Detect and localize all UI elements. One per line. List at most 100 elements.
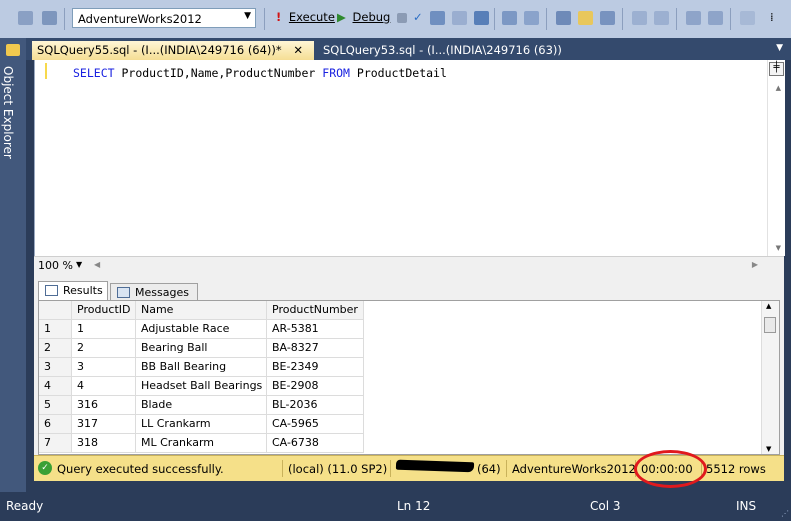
toolbar-separator [676, 8, 677, 30]
results-to-grid-icon[interactable] [578, 11, 593, 25]
object-explorer-panel[interactable]: Object Explorer [0, 38, 26, 492]
status-separator [390, 460, 391, 477]
scroll-up-icon[interactable]: ▲ [766, 302, 771, 310]
uncomment-icon[interactable] [654, 11, 669, 25]
cell-productid[interactable]: 318 [72, 434, 136, 453]
stop-icon[interactable] [397, 13, 407, 23]
change-marker [45, 63, 47, 79]
messages-icon [117, 287, 130, 298]
cell-productnumber[interactable]: AR-5381 [267, 320, 364, 339]
cell-productnumber[interactable]: BL-2036 [267, 396, 364, 415]
cell-name[interactable]: BB Ball Bearing [136, 358, 267, 377]
query-options-icon[interactable] [452, 11, 467, 25]
scroll-down-icon[interactable]: ▼ [766, 445, 771, 453]
cell-productid[interactable]: 1 [72, 320, 136, 339]
cell-productnumber[interactable]: BE-2349 [267, 358, 364, 377]
editor-scrollbar[interactable]: ╪ ▲ ▼ [767, 60, 785, 256]
column-header[interactable]: ProductNumber [267, 301, 364, 320]
cell-productnumber[interactable]: CA-5965 [267, 415, 364, 434]
scrollbar-thumb[interactable] [764, 317, 776, 333]
ready-status: Ready [6, 499, 44, 513]
tab-sqlquery53[interactable]: SQLQuery53.sql - (I...(INDIA\249716 (63)… [318, 41, 608, 60]
cell-name[interactable]: Bearing Ball [136, 339, 267, 358]
status-separator [506, 460, 507, 477]
overflow-chevron-icon[interactable]: ⁞ [770, 10, 774, 24]
query-toolbar: AdventureWorks2012 ▼ ! Execute ▶ Debug ✓… [0, 0, 791, 39]
tab-results[interactable]: Results [38, 281, 108, 300]
cell-productnumber[interactable]: BA-8327 [267, 339, 364, 358]
database-select[interactable]: AdventureWorks2012 ▼ [72, 8, 256, 28]
connect-icon[interactable] [18, 11, 33, 25]
row-number[interactable]: 3 [39, 358, 72, 377]
row-number[interactable]: 5 [39, 396, 72, 415]
split-icon[interactable]: ╪ [769, 62, 784, 76]
code-line[interactable]: SELECT ProductID,Name,ProductNumber FROM… [73, 66, 447, 80]
tab-messages[interactable]: Messages [110, 283, 198, 300]
increase-indent-icon[interactable] [708, 11, 723, 25]
parse-icon[interactable]: ✓ [413, 10, 423, 24]
row-number[interactable]: 4 [39, 377, 72, 396]
close-icon[interactable]: ✕ [293, 43, 303, 57]
resize-grip-icon[interactable]: ⋰ [781, 509, 789, 518]
tab-messages-label: Messages [135, 286, 189, 299]
chevron-down-icon[interactable]: ▼ [76, 260, 82, 269]
include-plan-icon[interactable] [502, 11, 517, 25]
execute-label: Execute [288, 10, 335, 24]
cell-productid[interactable]: 316 [72, 396, 136, 415]
grid-corner[interactable] [39, 301, 72, 320]
specify-values-icon[interactable] [740, 11, 755, 25]
cell-productid[interactable]: 4 [72, 377, 136, 396]
cell-productnumber[interactable]: CA-6738 [267, 434, 364, 453]
query-editor[interactable]: SELECT ProductID,Name,ProductNumber FROM… [34, 60, 785, 256]
intellisense-icon[interactable] [474, 11, 489, 25]
query-status-message: Query executed successfully. [57, 462, 224, 476]
results-to-file-icon[interactable] [600, 11, 615, 25]
scroll-left-icon[interactable]: ◀ [94, 260, 100, 269]
row-number[interactable]: 7 [39, 434, 72, 453]
object-explorer-icon [6, 44, 20, 56]
tab-list-dropdown-icon[interactable]: ▼ [776, 43, 783, 53]
column-header[interactable]: Name [136, 301, 267, 320]
column-indicator: Col 3 [590, 499, 621, 513]
grid-scrollbar[interactable]: ▲ ▼ [761, 301, 779, 454]
debug-button[interactable]: ▶ Debug [337, 10, 390, 24]
cell-productnumber[interactable]: BE-2908 [267, 377, 364, 396]
cell-name[interactable]: Blade [136, 396, 267, 415]
code-columns: ProductID,Name,ProductNumber [114, 66, 323, 80]
tab-sqlquery55[interactable]: SQLQuery55.sql - (I...(INDIA\249716 (64)… [32, 41, 314, 60]
cell-productid[interactable]: 317 [72, 415, 136, 434]
insert-mode-indicator: INS [736, 499, 757, 513]
decrease-indent-icon[interactable] [686, 11, 701, 25]
toolbar-separator [622, 8, 623, 30]
column-header[interactable]: ProductID [72, 301, 136, 320]
change-connection-icon[interactable] [42, 11, 57, 25]
toolbar-separator [64, 8, 65, 30]
row-number[interactable]: 6 [39, 415, 72, 434]
execute-button[interactable]: ! Execute [276, 10, 335, 24]
comment-icon[interactable] [632, 11, 647, 25]
query-status-bar: ✓ Query executed successfully. (local) (… [34, 450, 784, 488]
client-stats-icon[interactable] [524, 11, 539, 25]
tab-label: SQLQuery55.sql - (I...(INDIA\249716 (64)… [37, 43, 282, 57]
cell-name[interactable]: LL Crankarm [136, 415, 267, 434]
scroll-up-icon[interactable]: ▲ [776, 84, 781, 92]
results-pane: Results Messages ProductID Name ProductN… [34, 273, 784, 455]
success-check-icon: ✓ [38, 461, 52, 475]
zoom-select[interactable]: 100 % [38, 259, 73, 272]
display-plan-icon[interactable] [430, 11, 445, 25]
results-to-text-icon[interactable] [556, 11, 571, 25]
cell-productid[interactable]: 3 [72, 358, 136, 377]
row-count: 5512 rows [706, 462, 766, 476]
app-status-bar: Ready Ln 12 Col 3 INS ⋰ [0, 492, 791, 521]
scroll-right-icon[interactable]: ▶ [752, 260, 758, 269]
line-indicator: Ln 12 [397, 499, 431, 513]
cell-name[interactable]: Adjustable Race [136, 320, 267, 339]
cell-name[interactable]: Headset Ball Bearings [136, 377, 267, 396]
row-number[interactable]: 2 [39, 339, 72, 358]
cell-productid[interactable]: 2 [72, 339, 136, 358]
cell-name[interactable]: ML Crankarm [136, 434, 267, 453]
scroll-down-icon[interactable]: ▼ [776, 244, 781, 252]
database-select-value: AdventureWorks2012 [78, 12, 202, 26]
row-number[interactable]: 1 [39, 320, 72, 339]
results-grid[interactable]: ProductID Name ProductNumber 1 1 Adjustabl… [38, 300, 780, 455]
